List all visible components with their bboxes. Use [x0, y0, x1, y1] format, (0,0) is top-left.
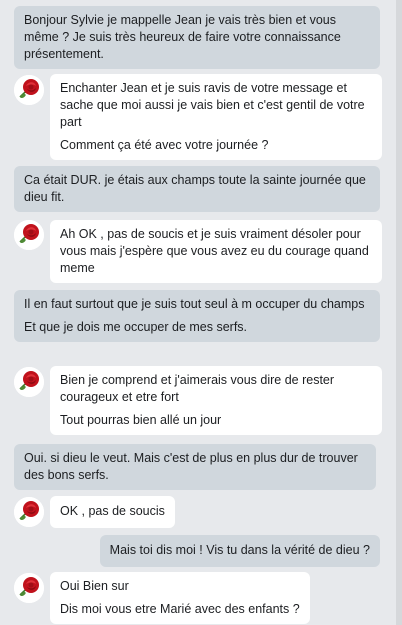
message-sent: Il en faut surtout que je suis tout seul…: [14, 290, 380, 342]
message-received: Oui Bien sur Dis moi vous etre Marié ave…: [50, 572, 310, 624]
message-received: Enchanter Jean et je suis ravis de votre…: [50, 74, 382, 160]
rose-avatar-icon[interactable]: [14, 220, 44, 250]
message-sent: Oui. si dieu le veut. Mais c'est de plus…: [14, 444, 376, 490]
chat-thread: Bonjour Sylvie je mappelle Jean je vais …: [0, 0, 402, 625]
message-bubble: Oui. si dieu le veut. Mais c'est de plus…: [14, 444, 376, 490]
rose-avatar-icon[interactable]: [14, 367, 44, 397]
message-received: OK , pas de soucis: [50, 496, 175, 528]
message-text: Oui. si dieu le veut. Mais c'est de plus…: [24, 451, 358, 482]
message-text: Oui Bien sur: [60, 579, 129, 593]
message-bubble: OK , pas de soucis: [50, 496, 175, 528]
message-bubble: Bonjour Sylvie je mappelle Jean je vais …: [14, 6, 380, 69]
message-sent: Bonjour Sylvie je mappelle Jean je vais …: [14, 6, 380, 69]
rose-avatar-icon[interactable]: [14, 573, 44, 603]
message-received: Bien je comprend et j'aimerais vous dire…: [50, 366, 382, 435]
scrollbar[interactable]: [396, 0, 402, 625]
rose-avatar-icon[interactable]: [14, 75, 44, 105]
message-sent: Ca était DUR. je étais aux champs toute …: [14, 166, 380, 212]
message-bubble: Mais toi dis moi ! Vis tu dans la vérité…: [99, 535, 380, 567]
message-bubble: Ca était DUR. je étais aux champs toute …: [14, 166, 380, 212]
message-text: Enchanter Jean et je suis ravis de votre…: [60, 81, 365, 129]
message-text: Comment ça été avec votre journée ?: [60, 137, 269, 152]
message-text: Bonjour Sylvie je mappelle Jean je vais …: [24, 13, 341, 61]
message-text: Mais toi dis moi ! Vis tu dans la vérité…: [109, 543, 370, 557]
message-received: Ah OK , pas de soucis et je suis vraimen…: [50, 220, 382, 283]
message-text: Ca était DUR. je étais aux champs toute …: [24, 173, 366, 204]
message-bubble: Ah OK , pas de soucis et je suis vraimen…: [50, 220, 382, 283]
message-bubble: Oui Bien sur Dis moi vous etre Marié ave…: [50, 572, 310, 624]
message-bubble: Enchanter Jean et je suis ravis de votre…: [50, 74, 382, 160]
message-text: Ah OK , pas de soucis et je suis vraimen…: [60, 227, 369, 275]
message-bubble: Il en faut surtout que je suis tout seul…: [14, 290, 380, 342]
rose-avatar-icon[interactable]: [14, 497, 44, 527]
message-text: Dis moi vous etre Marié avec des enfants…: [60, 601, 300, 616]
message-text: Bien je comprend et j'aimerais vous dire…: [60, 373, 335, 404]
message-text: Tout pourras bien allé un jour: [60, 412, 222, 427]
message-sent: Mais toi dis moi ! Vis tu dans la vérité…: [99, 535, 380, 567]
message-text: Et que je dois me occuper de mes serfs.: [24, 319, 248, 334]
message-text: Il en faut surtout que je suis tout seul…: [24, 297, 365, 311]
message-bubble: Bien je comprend et j'aimerais vous dire…: [50, 366, 382, 435]
message-text: OK , pas de soucis: [60, 504, 165, 518]
